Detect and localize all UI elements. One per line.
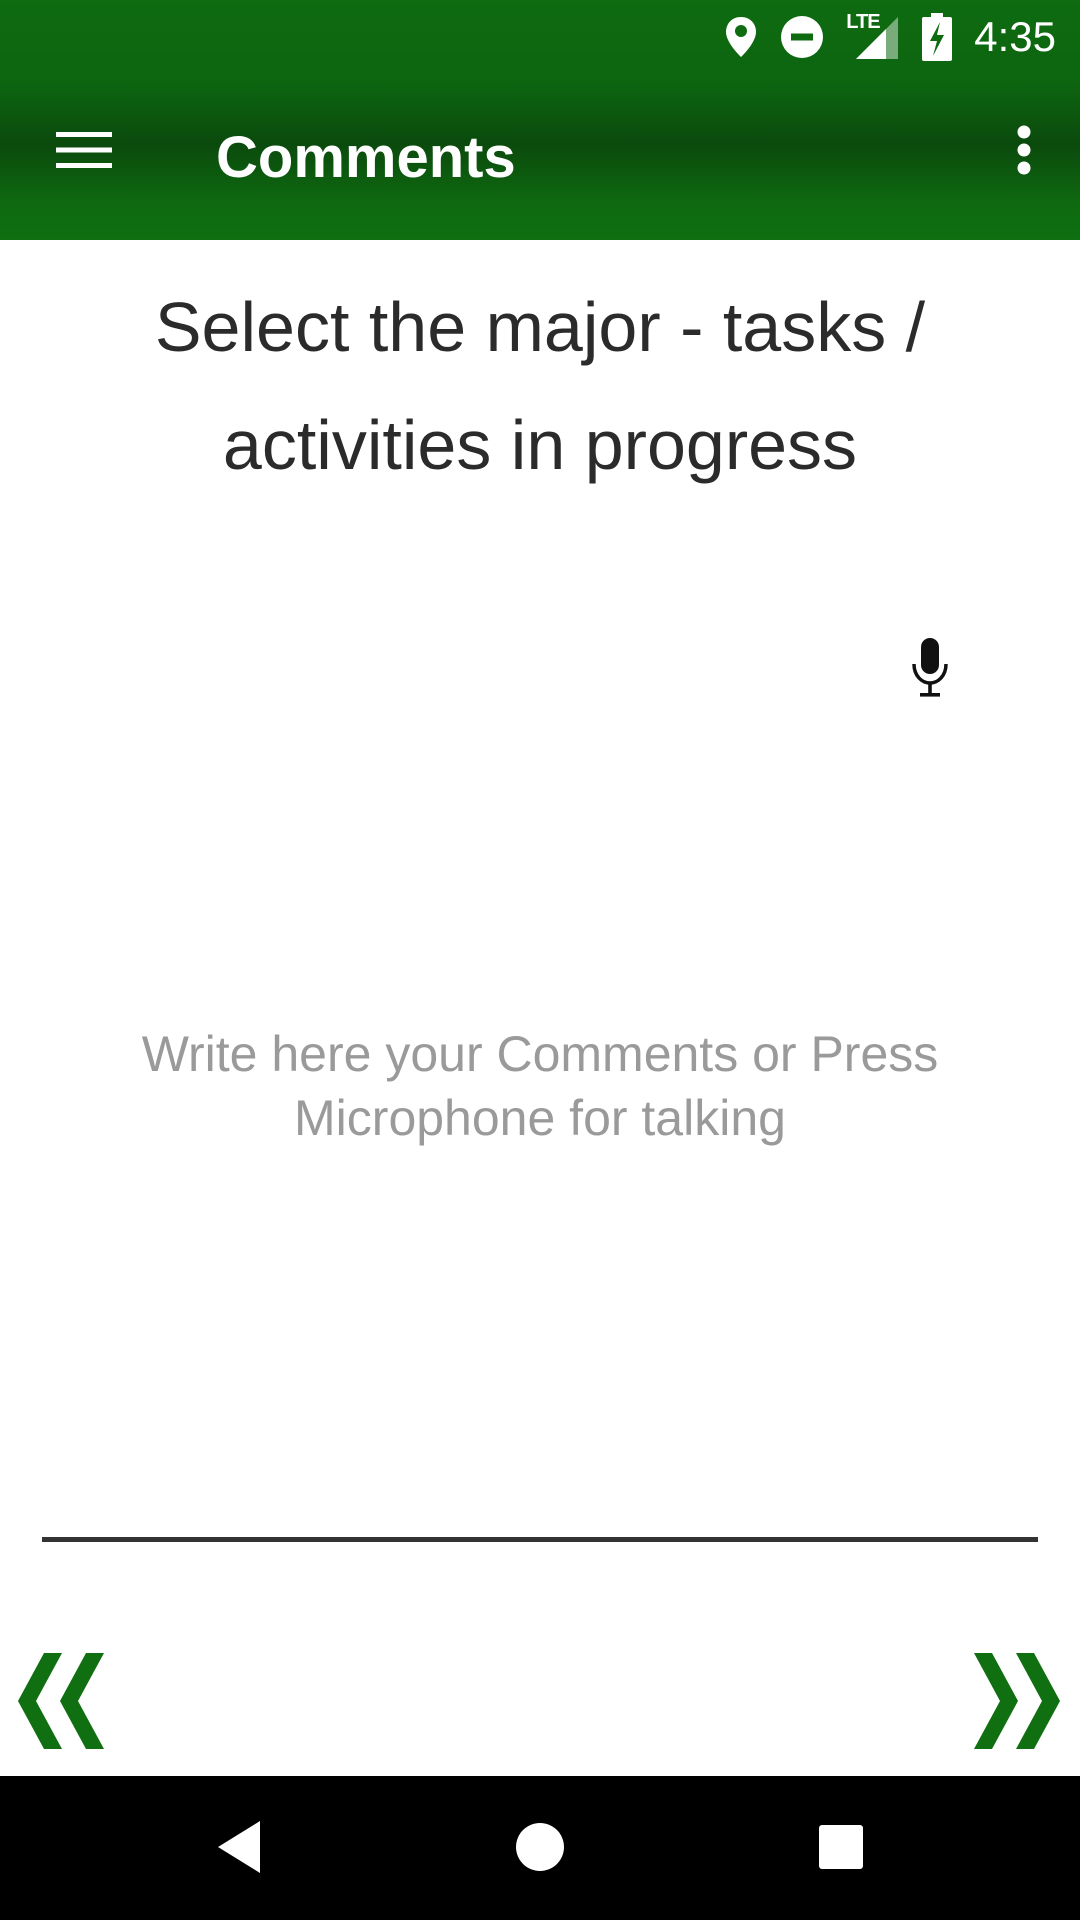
recent-square-icon xyxy=(818,1824,864,1875)
status-bar: LTE 4:35 xyxy=(0,0,1080,72)
double-chevron-right-icon xyxy=(970,1651,1062,1756)
microphone-button[interactable] xyxy=(900,636,960,704)
lte-label: LTE xyxy=(846,11,880,33)
system-navigation-bar xyxy=(0,1776,1080,1920)
home-circle-icon xyxy=(514,1821,566,1878)
lte-signal-icon: LTE xyxy=(846,11,900,61)
battery-charging-icon xyxy=(922,13,953,61)
location-icon xyxy=(724,15,758,59)
menu-button[interactable] xyxy=(40,112,128,192)
question-text: Select the major - tasks / activities in… xyxy=(154,288,926,484)
comment-input[interactable]: Write here your Comments or Press Microp… xyxy=(42,720,1038,1542)
next-button[interactable] xyxy=(966,1648,1066,1758)
microphone-icon xyxy=(910,636,950,705)
header: LTE 4:35 Comments xyxy=(0,0,1080,240)
app-title: Comments xyxy=(216,125,516,190)
status-clock: 4:35 xyxy=(974,13,1056,60)
app-bar: Comments xyxy=(0,72,1080,240)
status-icons: LTE 4:35 xyxy=(724,10,1056,64)
hamburger-menu-icon xyxy=(56,130,112,175)
more-vert-icon xyxy=(1016,125,1032,180)
previous-button[interactable] xyxy=(12,1648,112,1758)
overflow-menu-button[interactable] xyxy=(994,112,1054,192)
comment-placeholder: Write here your Comments or Press Microp… xyxy=(141,1026,939,1146)
system-recent-apps-button[interactable] xyxy=(804,1812,878,1886)
system-back-button[interactable] xyxy=(202,1812,276,1886)
screen: LTE 4:35 Comments Select the major - tas… xyxy=(0,0,1080,1920)
system-home-button[interactable] xyxy=(503,1812,577,1886)
double-chevron-left-icon xyxy=(16,1651,108,1756)
back-triangle-icon xyxy=(214,1819,264,1880)
do-not-disturb-icon xyxy=(780,15,824,59)
